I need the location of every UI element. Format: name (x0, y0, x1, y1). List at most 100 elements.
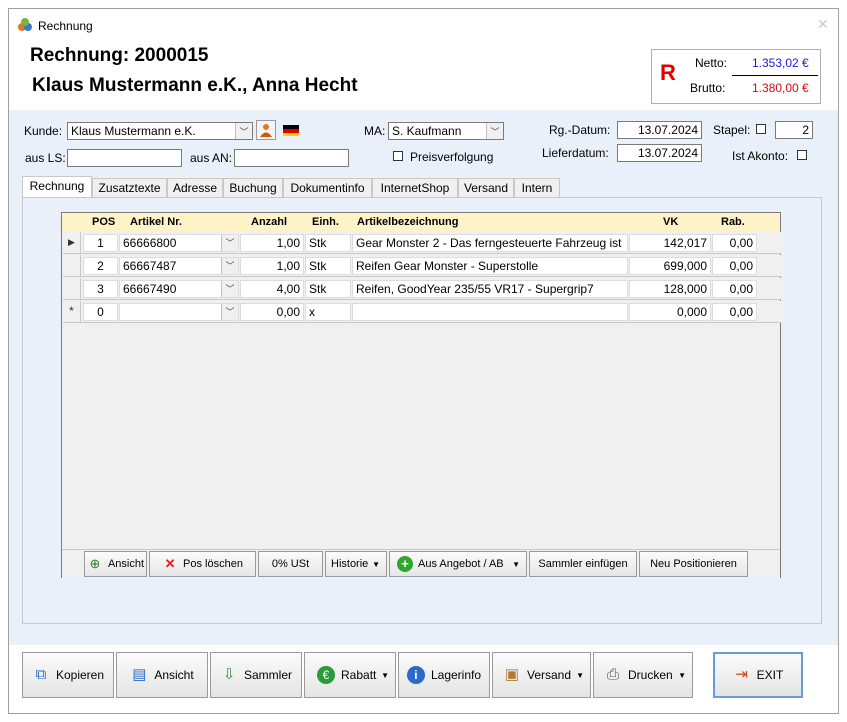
rabatt-label: Rabatt (341, 668, 377, 682)
exit-button[interactable]: ⇥ EXIT (713, 652, 803, 698)
cell-artikel[interactable]: ﹀ (119, 303, 239, 321)
row-selector[interactable]: * (63, 301, 81, 322)
ist-akonto-label: Ist Akonto: (732, 149, 789, 163)
row-selector[interactable] (63, 278, 81, 299)
cell-vk[interactable]: 142,017 (629, 234, 711, 252)
cell-anzahl[interactable]: 1,00 (240, 257, 304, 275)
versand-button[interactable]: ▣ Versand ▼ (492, 652, 591, 698)
cell-artikel[interactable]: 66667487 ﹀ (119, 257, 239, 275)
cell-anzahl[interactable]: 1,00 (240, 234, 304, 252)
cell-anzahl[interactable]: 4,00 (240, 280, 304, 298)
tab-zusatztexte[interactable]: Zusatztexte (92, 178, 167, 198)
aus-ls-field[interactable] (67, 149, 182, 167)
table-row[interactable]: 3 66667490 ﹀ 4,00 Stk Reifen, GoodYear 23… (63, 278, 781, 300)
row-selector[interactable]: ▶ (63, 232, 81, 253)
cell-pos[interactable]: 0 (83, 303, 118, 321)
cell-einheit[interactable]: Stk (305, 257, 351, 275)
cell-bezeichnung[interactable] (352, 303, 628, 321)
ist-akonto-checkbox[interactable] (797, 150, 807, 160)
sammler-einfuegen-button[interactable]: Sammler einfügen (529, 551, 637, 577)
cell-einheit[interactable]: x (305, 303, 351, 321)
chevron-down-icon[interactable]: ﹀ (221, 258, 238, 274)
brutto-label: Brutto: (690, 81, 726, 95)
rabatt-button[interactable]: € Rabatt ▼ (304, 652, 396, 698)
cell-einheit[interactable]: Stk (305, 234, 351, 252)
cell-einheit[interactable]: Stk (305, 280, 351, 298)
col-vk: VK (663, 214, 679, 230)
col-anzahl: Anzahl (251, 214, 288, 230)
kopieren-button[interactable]: ⧉ Kopieren (22, 652, 114, 698)
lagerinfo-button[interactable]: i Lagerinfo (398, 652, 490, 698)
window-title: Rechnung (38, 19, 93, 33)
cell-bezeichnung[interactable]: Reifen Gear Monster - Superstolle (352, 257, 628, 275)
table-row[interactable]: ▶ 1 66666800 ﹀ 1,00 Stk Gear Monster 2 - … (63, 232, 781, 254)
ansicht-button[interactable]: ▤ Ansicht (116, 652, 208, 698)
brutto-value: 1.380,00 € (752, 81, 809, 95)
pos-loeschen-button[interactable]: ✕ Pos löschen (149, 551, 256, 577)
row-selector[interactable] (63, 255, 81, 276)
chevron-down-icon[interactable]: ﹀ (221, 304, 238, 320)
chevron-down-icon[interactable]: ﹀ (235, 123, 252, 139)
stapel-label: Stapel: (713, 123, 751, 137)
aus-ls-label: aus LS: (25, 151, 66, 165)
cell-pos[interactable]: 3 (83, 280, 118, 298)
exit-door-icon: ⇥ (735, 666, 748, 683)
ma-label: MA: (364, 124, 386, 138)
tab-adresse[interactable]: Adresse (167, 178, 223, 198)
cell-vk[interactable]: 699,000 (629, 257, 711, 275)
chevron-down-icon[interactable]: ﹀ (486, 123, 503, 139)
cell-anzahl[interactable]: 0,00 (240, 303, 304, 321)
invoice-mark: R (660, 60, 676, 85)
preisverfolgung-checkbox[interactable] (393, 151, 403, 161)
cell-bezeichnung[interactable]: Reifen, GoodYear 235/55 VR17 - Supergrip… (352, 280, 628, 298)
lieferdatum-field[interactable]: 13.07.2024 (617, 144, 702, 162)
neu-positionieren-button[interactable]: Neu Positionieren (639, 551, 748, 577)
tab-intern[interactable]: Intern (514, 178, 560, 198)
cell-vk[interactable]: 128,000 (629, 280, 711, 298)
exit-label: EXIT (756, 668, 784, 682)
aus-angebot-label: Aus Angebot / AB (418, 558, 504, 570)
artikel-value: 66667487 (123, 259, 177, 273)
zero-ust-button[interactable]: 0% USt (258, 551, 323, 577)
stapel-checkbox[interactable] (756, 124, 766, 134)
delete-icon: ✕ (164, 556, 176, 571)
tab-versand[interactable]: Versand (458, 178, 514, 198)
historie-button[interactable]: Historie ▼ (325, 551, 387, 577)
cell-pos[interactable]: 2 (83, 257, 118, 275)
cell-rabatt[interactable]: 0,00 (712, 280, 757, 298)
sammler-button[interactable]: ⇩ Sammler (210, 652, 302, 698)
chevron-down-icon[interactable]: ﹀ (221, 281, 238, 297)
cell-rabatt[interactable]: 0,00 (712, 303, 757, 321)
tab-rechnung[interactable]: Rechnung (22, 176, 92, 198)
ma-combo[interactable]: S. Kaufmann ﹀ (388, 122, 504, 140)
customer-person-button[interactable] (256, 120, 276, 140)
cell-artikel[interactable]: 66666800 ﹀ (119, 234, 239, 252)
tab-buchung[interactable]: Buchung (223, 178, 283, 198)
stapel-field[interactable]: 2 (775, 121, 813, 139)
cell-bezeichnung[interactable]: Gear Monster 2 - Das ferngesteuerte Fahr… (352, 234, 628, 252)
cell-rabatt[interactable]: 0,00 (712, 234, 757, 252)
dropdown-arrow-icon: ▼ (372, 559, 380, 569)
cell-vk[interactable]: 0,000 (629, 303, 711, 321)
table-row-new[interactable]: * 0 ﹀ 0,00 x 0,000 0,00 (63, 301, 781, 323)
grid-ansicht-button[interactable]: ⊕ Ansicht (84, 551, 147, 577)
view-icon: ▤ (132, 666, 147, 683)
artikel-value: 66667490 (123, 282, 177, 296)
drucken-button[interactable]: ⎙ Drucken ▼ (593, 652, 693, 698)
table-row[interactable]: 2 66667487 ﹀ 1,00 Stk Reifen Gear Monster… (63, 255, 781, 277)
kunde-label: Kunde: (24, 124, 63, 138)
close-icon[interactable]: ✕ (817, 16, 829, 33)
cell-artikel[interactable]: 66667490 ﹀ (119, 280, 239, 298)
netto-value: 1.353,02 € (752, 56, 809, 70)
aus-angebot-button[interactable]: + Aus Angebot / AB ▼ (389, 551, 527, 577)
cell-pos[interactable]: 1 (83, 234, 118, 252)
tab-dokumentinfo[interactable]: Dokumentinfo (283, 178, 372, 198)
aus-an-field[interactable] (234, 149, 349, 167)
invoice-title: Rechnung: 2000015 (30, 45, 209, 66)
ma-value: S. Kaufmann (392, 124, 462, 138)
chevron-down-icon[interactable]: ﹀ (221, 235, 238, 251)
rg-datum-field[interactable]: 13.07.2024 (617, 121, 702, 139)
cell-rabatt[interactable]: 0,00 (712, 257, 757, 275)
tab-internetshop[interactable]: InternetShop (372, 178, 458, 198)
kunde-combo[interactable]: Klaus Mustermann e.K. ﹀ (67, 122, 253, 140)
